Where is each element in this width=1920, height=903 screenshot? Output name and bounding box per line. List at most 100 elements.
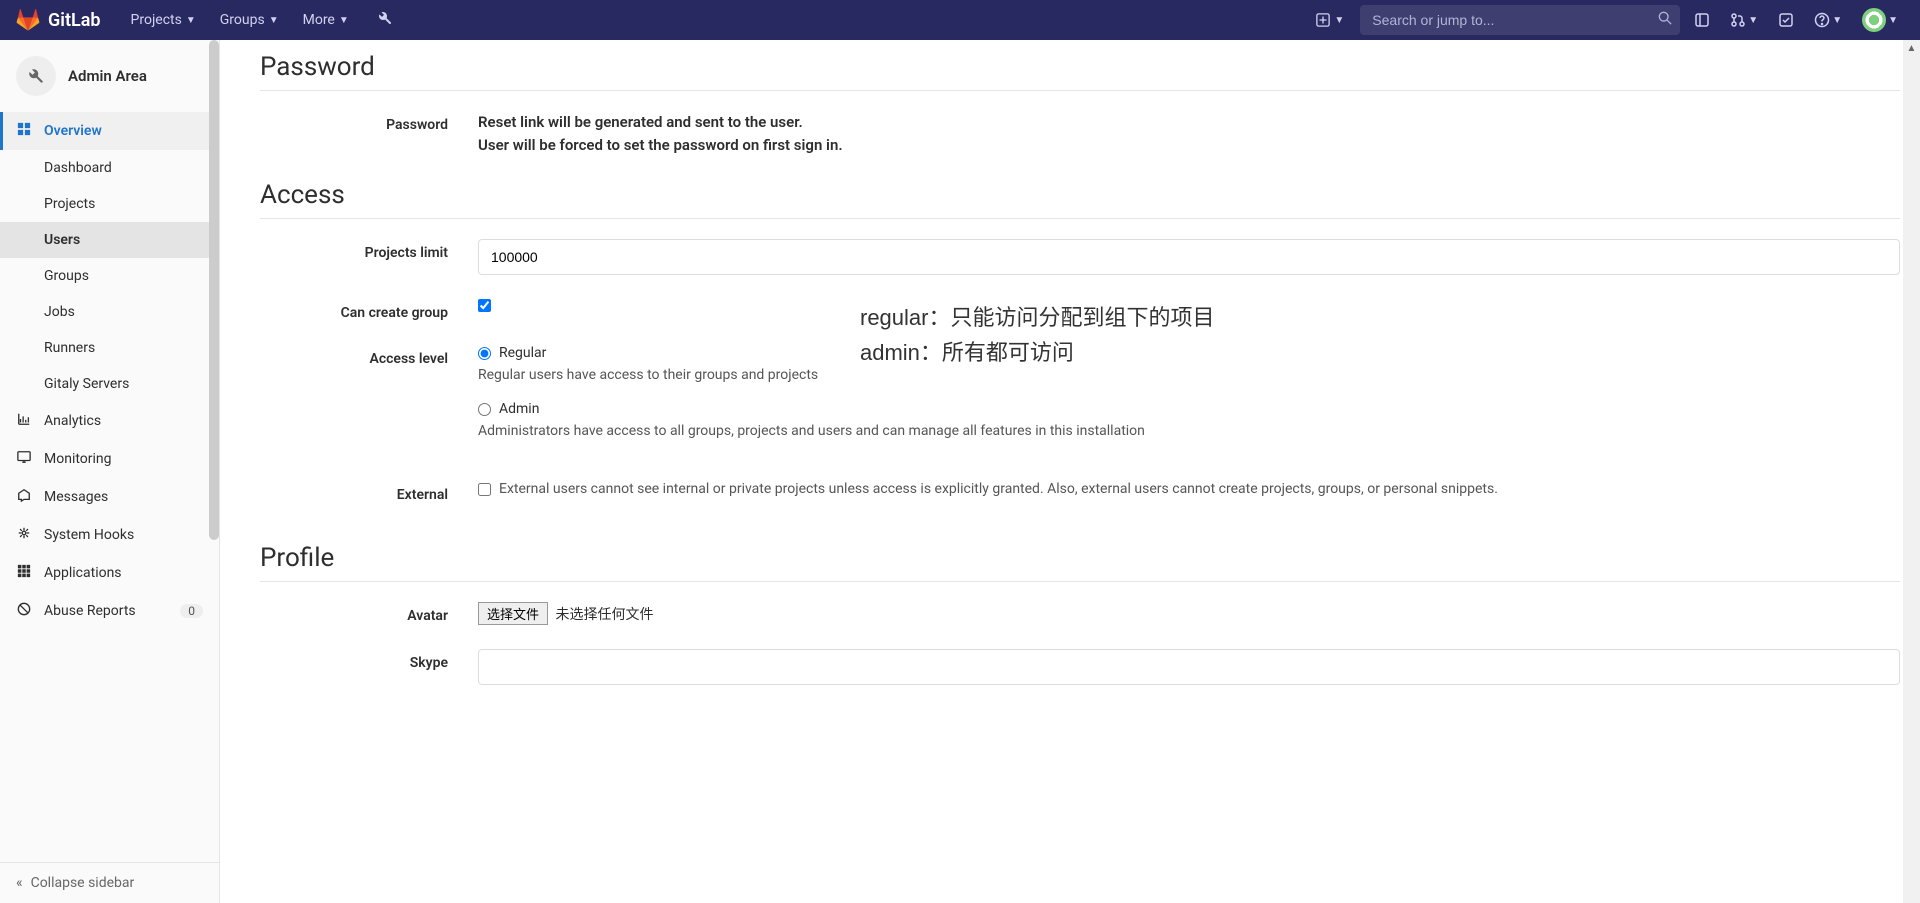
- chevron-down-icon: ▼: [269, 15, 279, 26]
- plus-icon: [1316, 13, 1330, 27]
- section-password-title: Password: [260, 52, 1900, 82]
- label-projects-limit: Projects limit: [260, 239, 478, 275]
- access-level-admin-radio[interactable]: [478, 403, 491, 416]
- row-can-create-group: Can create group: [260, 299, 1900, 321]
- regular-help: Regular users have access to their group…: [478, 367, 1900, 383]
- chevron-down-icon: ▼: [1334, 15, 1344, 26]
- section-rule: [260, 581, 1900, 582]
- regular-label: Regular: [499, 345, 546, 361]
- context-title: Admin Area: [68, 67, 147, 85]
- sidebar-item-label: Overview: [44, 123, 102, 139]
- wrench-icon: [16, 56, 56, 96]
- browser-scrollbar[interactable]: ▲: [1903, 40, 1920, 903]
- applications-icon: [16, 564, 32, 582]
- nav-right: ▼ ▼ ▼ ▼: [1308, 4, 1904, 36]
- chevron-down-icon: ▼: [339, 15, 349, 26]
- sidebar-sub-groups[interactable]: Groups: [0, 258, 219, 294]
- section-rule: [260, 218, 1900, 219]
- row-external: External External users cannot see inter…: [260, 481, 1900, 503]
- sidebar-sub-users[interactable]: Users: [0, 222, 219, 258]
- password-desc-1: Reset link will be generated and sent to…: [478, 111, 1900, 134]
- collapse-label: Collapse sidebar: [31, 875, 135, 891]
- label-access-level: Access level: [260, 345, 478, 457]
- sidebar-sub-dashboard[interactable]: Dashboard: [0, 150, 219, 186]
- abuse-count-badge: 0: [180, 604, 203, 618]
- sidebar-item-label: Messages: [44, 489, 108, 505]
- sidebar-item-label: Projects: [44, 196, 95, 212]
- can-create-group-checkbox[interactable]: [478, 299, 491, 312]
- admin-label: Admin: [499, 401, 539, 417]
- sidebar-item-systemhooks[interactable]: System Hooks: [0, 516, 219, 554]
- gitlab-logo-icon: [16, 8, 40, 32]
- sidebar-item-label: Jobs: [44, 304, 75, 320]
- issues-icon[interactable]: [1688, 8, 1716, 32]
- analytics-icon: [16, 412, 32, 430]
- choose-file-button[interactable]: 选择文件: [478, 602, 548, 625]
- help-icon[interactable]: ▼: [1808, 8, 1848, 32]
- scroll-up-icon[interactable]: ▲: [1903, 40, 1920, 57]
- nav-groups-label: Groups: [220, 12, 265, 28]
- top-nav: GitLab Projects ▼ Groups ▼ More ▼ ▼: [0, 0, 1920, 40]
- context-header[interactable]: Admin Area: [0, 40, 219, 112]
- merge-requests-icon[interactable]: ▼: [1724, 8, 1764, 32]
- row-access-level: Access level Regular Regular users have …: [260, 345, 1900, 457]
- label-external: External: [260, 481, 478, 503]
- sidebar-item-abuse[interactable]: Abuse Reports 0: [0, 592, 219, 630]
- nav-groups[interactable]: Groups ▼: [210, 6, 289, 34]
- chevron-down-icon: ▼: [1748, 15, 1758, 26]
- projects-limit-input[interactable]: [478, 239, 1900, 275]
- hooks-icon: [16, 526, 32, 544]
- sidebar: Admin Area Overview Dashboard Projects U…: [0, 40, 220, 903]
- sidebar-item-applications[interactable]: Applications: [0, 554, 219, 592]
- sidebar-item-label: Gitaly Servers: [44, 376, 129, 392]
- new-dropdown[interactable]: ▼: [1308, 9, 1352, 31]
- overview-icon: [16, 122, 32, 140]
- sidebar-item-label: Applications: [44, 565, 122, 581]
- label-avatar: Avatar: [260, 602, 478, 625]
- monitoring-icon: [16, 450, 32, 468]
- sidebar-sub-runners[interactable]: Runners: [0, 330, 219, 366]
- admin-wrench-icon[interactable]: [371, 4, 399, 36]
- sidebar-item-label: Dashboard: [44, 160, 112, 176]
- collapse-sidebar[interactable]: « Collapse sidebar: [0, 862, 219, 903]
- section-profile-title: Profile: [260, 543, 1900, 573]
- password-desc-2: User will be forced to set the password …: [478, 134, 1900, 157]
- sidebar-item-label: Abuse Reports: [44, 603, 136, 619]
- row-password: Password Reset link will be generated an…: [260, 111, 1900, 156]
- external-checkbox[interactable]: [478, 483, 491, 496]
- label-password: Password: [260, 111, 478, 156]
- file-none-text: 未选择任何文件: [556, 607, 654, 623]
- chevron-down-icon: ▼: [186, 15, 196, 26]
- abuse-icon: [16, 602, 32, 620]
- sidebar-sub-projects[interactable]: Projects: [0, 186, 219, 222]
- sidebar-item-messages[interactable]: Messages: [0, 478, 219, 516]
- admin-help: Administrators have access to all groups…: [478, 423, 1900, 439]
- sidebar-item-label: Analytics: [44, 413, 101, 429]
- nav-more[interactable]: More ▼: [293, 6, 359, 34]
- nav-projects[interactable]: Projects ▼: [121, 6, 206, 34]
- access-level-regular-radio[interactable]: [478, 347, 491, 360]
- skype-input[interactable]: [478, 649, 1900, 685]
- sidebar-scrollbar[interactable]: [209, 40, 219, 540]
- sidebar-sub-jobs[interactable]: Jobs: [0, 294, 219, 330]
- sidebar-item-monitoring[interactable]: Monitoring: [0, 440, 219, 478]
- label-can-create-group: Can create group: [260, 299, 478, 321]
- sidebar-sub-gitaly[interactable]: Gitaly Servers: [0, 366, 219, 402]
- nav-more-label: More: [303, 12, 335, 28]
- nav-projects-label: Projects: [131, 12, 182, 28]
- sidebar-item-label: Users: [44, 232, 80, 248]
- sidebar-item-label: Monitoring: [44, 451, 112, 467]
- chevron-left-icon: «: [16, 875, 23, 891]
- sidebar-item-label: System Hooks: [44, 527, 134, 543]
- section-access-title: Access: [260, 180, 1900, 210]
- todos-icon[interactable]: [1772, 8, 1800, 32]
- row-skype: Skype: [260, 649, 1900, 685]
- sidebar-item-analytics[interactable]: Analytics: [0, 402, 219, 440]
- sidebar-item-overview[interactable]: Overview: [0, 112, 219, 150]
- nav-items: Projects ▼ Groups ▼ More ▼: [121, 6, 359, 34]
- logo-wrap[interactable]: GitLab: [16, 8, 101, 32]
- user-menu[interactable]: ▼: [1856, 4, 1904, 36]
- search-input[interactable]: [1360, 5, 1680, 35]
- content: Password Password Reset link will be gen…: [220, 40, 1920, 903]
- chevron-down-icon: ▼: [1832, 15, 1842, 26]
